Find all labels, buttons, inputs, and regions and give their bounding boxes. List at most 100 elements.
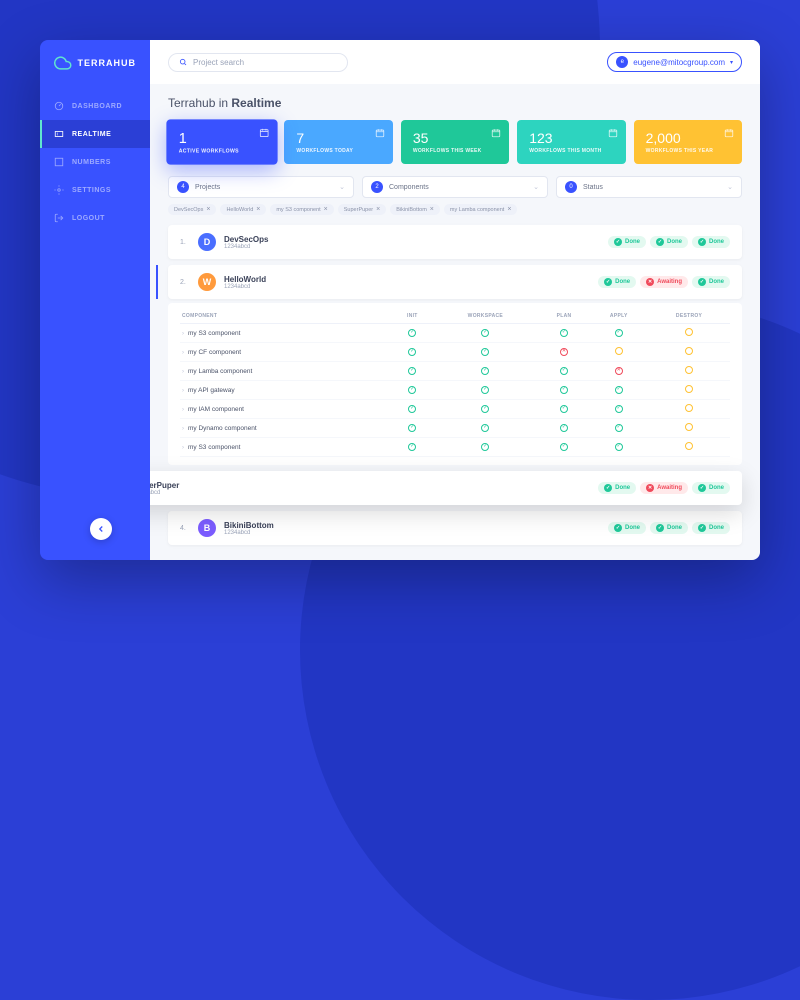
status-icon	[615, 405, 623, 413]
user-menu[interactable]: e eugene@mitocgroup.com ▾	[607, 52, 742, 72]
chevron-right-icon: ›	[182, 350, 184, 356]
table-row[interactable]: › my CF component	[180, 343, 730, 362]
stat-card[interactable]: 2,000WORKFLOWS THIS YEAR	[634, 120, 742, 164]
numbers-icon	[54, 157, 64, 167]
project-row[interactable]: 3.PSuperPuper1234abcd✓Done✕Awaiting✓Done	[150, 471, 742, 505]
search-input[interactable]: Project search	[168, 53, 348, 72]
table-row[interactable]: ›my Dynamo component	[180, 419, 730, 438]
filter-count: 4	[177, 181, 189, 193]
table-row[interactable]: ›my IAM component	[180, 400, 730, 419]
component-name: my Lamba component	[188, 368, 252, 375]
sidebar-item-settings[interactable]: SETTINGS	[40, 176, 150, 204]
project-row[interactable]: 2.WHelloWorld1234abcd✓Done✕Awaiting✓Done	[168, 265, 742, 299]
chevron-right-icon: ›	[182, 407, 184, 413]
stat-card[interactable]: 7WORKFLOWS TODAY	[284, 120, 392, 164]
project-status-group: ✓Done✕Awaiting✓Done	[598, 482, 730, 494]
component-name: my Dynamo component	[188, 425, 257, 432]
logout-icon	[54, 213, 64, 223]
status-icon	[560, 367, 568, 375]
status-icon	[685, 404, 693, 412]
status-icon	[615, 386, 623, 394]
table-row[interactable]: ›my API gateway	[180, 381, 730, 400]
app-window: TERRAHUB DASHBOARD REALTIME NUMBERS SETT…	[40, 40, 760, 560]
status-icon	[408, 424, 416, 432]
project-status-group: ✓Done✓Done✓Done	[608, 236, 730, 248]
project-avatar: B	[198, 519, 216, 537]
status-pill: ✓Done	[692, 482, 730, 494]
status-icon	[408, 348, 416, 356]
table-row[interactable]: › my Lamba component	[180, 362, 730, 381]
status-icon	[615, 443, 623, 451]
chevron-down-icon: ▾	[730, 59, 733, 66]
sidebar-item-realtime[interactable]: REALTIME	[40, 120, 150, 148]
filter-dropdown[interactable]: 2Components⌄	[362, 176, 548, 198]
project-avatar: W	[198, 273, 216, 291]
filter-tag[interactable]: BikiniBottom	[390, 204, 440, 215]
filter-tag[interactable]: my S3 component	[270, 204, 333, 215]
cloud-icon	[54, 54, 72, 72]
status-icon	[560, 329, 568, 337]
project-name: BikiniBottom	[224, 521, 274, 530]
status-icon	[481, 367, 489, 375]
chevron-right-icon: ›	[182, 369, 184, 375]
table-header: APPLY	[589, 309, 648, 324]
table-row[interactable]: ›my S3 component	[180, 324, 730, 343]
filter-dropdown[interactable]: 0Status⌄	[556, 176, 742, 198]
filter-dropdown[interactable]: 4Projects⌄	[168, 176, 354, 198]
main-panel: Project search e eugene@mitocgroup.com ▾…	[150, 40, 760, 560]
realtime-icon	[54, 129, 64, 139]
calendar-icon	[375, 128, 385, 138]
project-id: 1234abcd	[224, 244, 268, 250]
collapse-sidebar-button[interactable]	[90, 518, 112, 540]
filter-count: 2	[371, 181, 383, 193]
component-name: my S3 component	[188, 330, 240, 337]
project-row[interactable]: 1.DDevSecOps1234abcd✓Done✓Done✓Done	[168, 225, 742, 259]
status-pill: ✓Done	[692, 236, 730, 248]
project-name: DevSecOps	[224, 235, 268, 244]
project-id: 1234abcd	[224, 284, 266, 290]
sidebar-item-dashboard[interactable]: DASHBOARD	[40, 92, 150, 120]
component-name: my CF component	[188, 349, 241, 356]
status-icon	[408, 329, 416, 337]
component-name: my API gateway	[188, 387, 235, 394]
status-icon	[481, 329, 489, 337]
page-title-bold: Realtime	[231, 96, 281, 110]
stat-card[interactable]: 123WORKFLOWS THIS MONTH	[517, 120, 625, 164]
sidebar-item-label: LOGOUT	[72, 215, 105, 222]
chevron-down-icon: ⌄	[533, 183, 539, 191]
status-icon	[615, 424, 623, 432]
table-header: DESTROY	[648, 309, 730, 324]
status-pill: ✓Done	[608, 236, 646, 248]
status-icon	[685, 328, 693, 336]
sidebar-item-label: SETTINGS	[72, 187, 111, 194]
status-icon	[408, 405, 416, 413]
stat-card[interactable]: 35WORKFLOWS THIS WEEK	[401, 120, 509, 164]
status-icon	[560, 348, 568, 356]
status-icon	[481, 386, 489, 394]
filter-tag[interactable]: HelloWorld	[220, 204, 266, 215]
project-id: 1234abcd	[224, 530, 274, 536]
stat-label: WORKFLOWS THIS WEEK	[413, 148, 497, 154]
filter-tag[interactable]: SuperPuper	[338, 204, 386, 215]
table-row[interactable]: ›my S3 component	[180, 438, 730, 457]
filter-label: Status	[583, 184, 603, 191]
status-icon	[685, 385, 693, 393]
filter-label: Projects	[195, 184, 220, 191]
status-icon	[560, 386, 568, 394]
status-pill: ✓Done	[608, 522, 646, 534]
status-icon	[408, 367, 416, 375]
page-title-prefix: Terrahub in	[168, 96, 231, 110]
sidebar-item-numbers[interactable]: NUMBERS	[40, 148, 150, 176]
stat-number: 1	[179, 130, 266, 146]
sidebar-item-logout[interactable]: LOGOUT	[40, 204, 150, 232]
stat-card[interactable]: 1ACTIVE WORKFLOWS	[166, 119, 278, 164]
stat-number: 123	[529, 130, 613, 146]
chevron-left-icon	[96, 524, 106, 534]
filter-tag[interactable]: my Lamba component	[444, 204, 518, 215]
project-name: SuperPuper	[150, 481, 179, 490]
project-index: 1.	[180, 239, 190, 246]
status-icon	[615, 347, 623, 355]
filter-tag[interactable]: DevSecOps	[168, 204, 216, 215]
project-row[interactable]: 4.BBikiniBottom1234abcd✓Done✓Done✓Done	[168, 511, 742, 545]
status-icon	[615, 367, 623, 375]
